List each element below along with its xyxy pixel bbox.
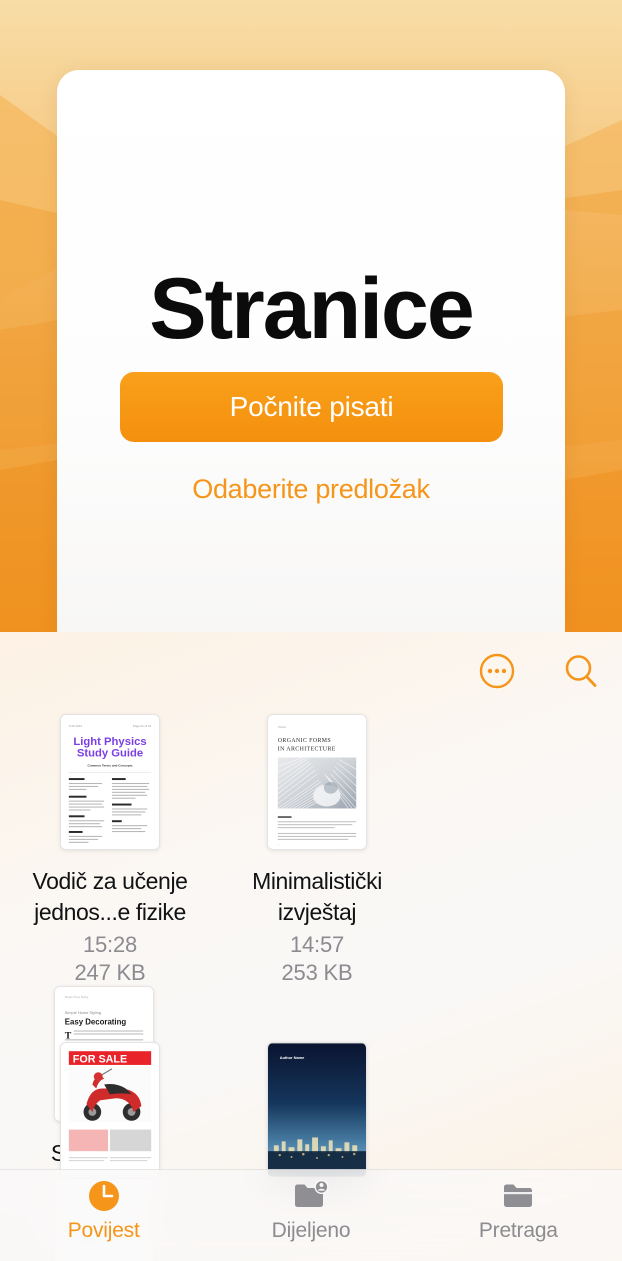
svg-text:Common Terms and Concepts: Common Terms and Concepts bbox=[87, 763, 132, 767]
svg-text:Author Name: Author Name bbox=[280, 1055, 305, 1060]
tab-label: Povijest bbox=[67, 1219, 140, 1242]
document-item[interactable]: 5.30.2023 Page 01 of 04 Light Physics St… bbox=[10, 714, 210, 986]
svg-text:Simple Home Styling: Simple Home Styling bbox=[65, 996, 89, 999]
svg-text:FOR SALE: FOR SALE bbox=[73, 1053, 127, 1065]
tab-label: Pretraga bbox=[478, 1219, 558, 1242]
hero-card: Stranice Počnite pisati Odaberite predlo… bbox=[57, 70, 565, 632]
document-size: 253 KB bbox=[281, 960, 353, 985]
svg-text:5.30.2023: 5.30.2023 bbox=[69, 724, 82, 728]
svg-text:Page 01 of 04: Page 01 of 04 bbox=[133, 724, 152, 728]
document-thumbnail-study-guide: 5.30.2023 Page 01 of 04 Light Physics St… bbox=[60, 714, 160, 850]
choose-template-link[interactable]: Odaberite predložak bbox=[57, 474, 565, 505]
document-thumbnail-book-cover: Author Name bbox=[267, 1042, 367, 1178]
start-writing-button[interactable]: Počnite pisati bbox=[120, 372, 503, 442]
tab-povijest[interactable]: Povijest bbox=[0, 1176, 207, 1243]
tab-label: Dijeljeno bbox=[271, 1219, 351, 1242]
svg-text:Study Guide: Study Guide bbox=[77, 748, 143, 760]
svg-text:ORGANIC FORMS: ORGANIC FORMS bbox=[278, 738, 331, 744]
bottom-tab-bar: Povijest Dijeljeno Pretraga bbox=[0, 1169, 622, 1261]
document-title: Vodič za učenje jednos...e fizike bbox=[32, 868, 188, 925]
ellipsis-circle-icon[interactable] bbox=[476, 650, 518, 692]
document-time: 14:57 bbox=[289, 932, 345, 957]
document-browser: 5.30.2023 Page 01 of 04 Light Physics St… bbox=[0, 632, 622, 1261]
hero-background: Stranice Počnite pisati Odaberite predlo… bbox=[0, 0, 622, 632]
pages-app-window: Stranice Počnite pisati Odaberite predlo… bbox=[0, 0, 622, 1261]
document-size: 247 KB bbox=[74, 960, 146, 985]
svg-text:Light Physics: Light Physics bbox=[73, 736, 146, 748]
tab-dijeljeno[interactable]: Dijeljeno bbox=[207, 1176, 414, 1243]
document-item[interactable]: FOR SALE bbox=[10, 1042, 210, 1178]
document-title: Minimalistički izvještaj bbox=[252, 868, 382, 925]
svg-text:Thumbs: Thumbs bbox=[278, 726, 286, 729]
document-thumbnail-for-sale-flyer: FOR SALE bbox=[60, 1042, 160, 1178]
page-title: Stranice bbox=[149, 261, 474, 357]
browser-toolbar bbox=[476, 650, 602, 692]
search-icon[interactable] bbox=[560, 650, 602, 692]
tab-pretraga[interactable]: Pretraga bbox=[415, 1176, 622, 1243]
document-item[interactable]: Author Name bbox=[217, 1042, 417, 1178]
svg-text:Simple Home Styling: Simple Home Styling bbox=[65, 1010, 101, 1015]
folder-icon bbox=[498, 1176, 538, 1216]
svg-text:Easy Decorating: Easy Decorating bbox=[65, 1018, 127, 1027]
svg-text:IN ARCHITECTURE: IN ARCHITECTURE bbox=[278, 747, 336, 753]
clock-icon bbox=[86, 1176, 122, 1216]
document-time: 15:28 bbox=[82, 932, 138, 957]
document-thumbnail-architecture-report: Thumbs ORGANIC FORMS IN ARCHITECTURE 1 bbox=[267, 714, 367, 850]
shared-folder-icon bbox=[291, 1176, 331, 1216]
document-item[interactable]: Thumbs ORGANIC FORMS IN ARCHITECTURE 1 M… bbox=[217, 714, 417, 986]
